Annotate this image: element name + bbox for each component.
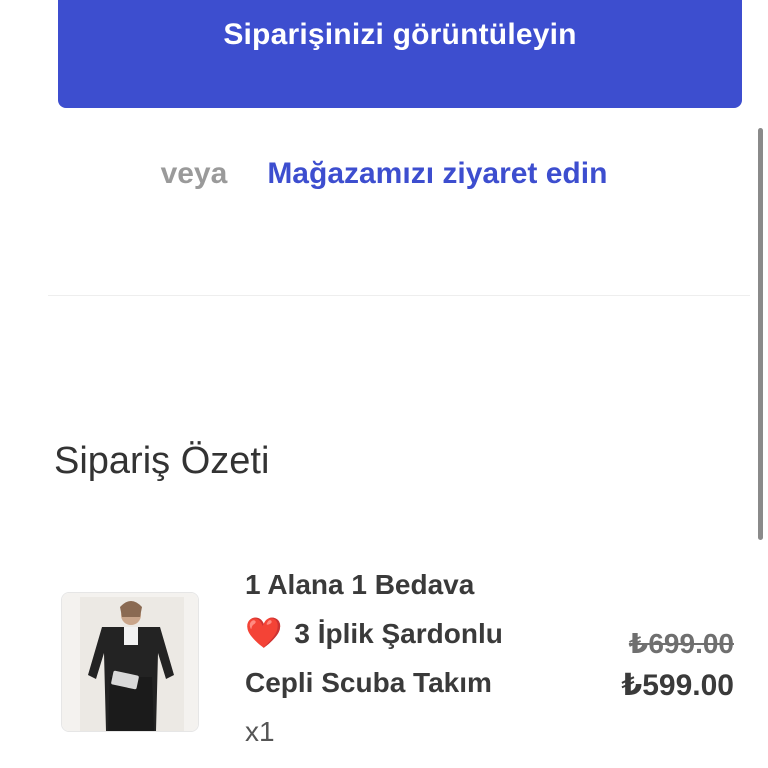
product-name-line-2: ❤️ 3 İplik Şardonlu xyxy=(245,609,575,658)
section-divider xyxy=(48,295,750,296)
visit-store-link[interactable]: Mağazamızı ziyaret edin xyxy=(267,157,607,191)
product-image xyxy=(62,593,198,731)
product-name-text: 3 İplik Şardonlu xyxy=(294,618,503,649)
checkout-confirmation-page: Siparişinizi görüntüleyin veya Mağazamız… xyxy=(0,0,768,768)
price-column: ₺699.00 ₺599.00 xyxy=(621,624,734,708)
product-variant: siyah/S xyxy=(245,756,575,768)
scrollbar[interactable] xyxy=(758,128,763,540)
product-quantity: x1 xyxy=(245,716,275,747)
heart-icon: ❤️ xyxy=(245,617,283,650)
or-separator-text: veya xyxy=(160,157,228,190)
product-name-line-3: Cepli Scuba Takım xyxy=(245,667,492,698)
original-price: ₺699.00 xyxy=(628,628,734,659)
product-details: 1 Alana 1 Bedava ❤️ 3 İplik Şardonlu Cepl… xyxy=(245,560,575,768)
product-name-line-1: 1 Alana 1 Bedava xyxy=(245,569,475,600)
order-summary-title: Sipariş Özeti xyxy=(54,440,270,482)
sale-price: ₺599.00 xyxy=(621,669,734,702)
alternative-action-row: veya Mağazamızı ziyaret edin xyxy=(0,152,768,196)
product-thumbnail xyxy=(61,592,199,732)
view-order-button[interactable]: Siparişinizi görüntüleyin xyxy=(58,0,742,108)
